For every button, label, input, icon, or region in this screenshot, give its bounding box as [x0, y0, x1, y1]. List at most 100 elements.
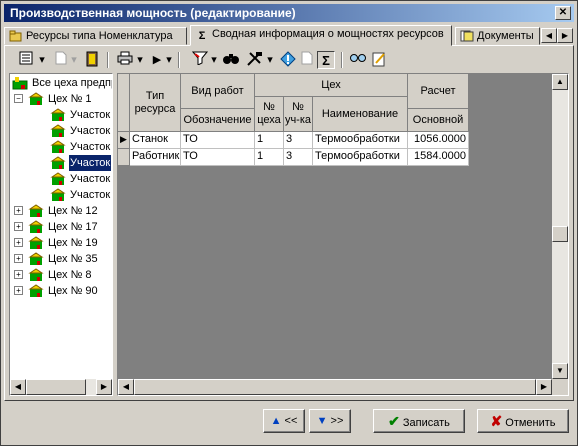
header-resource-type[interactable]: Тип ресурса: [130, 74, 181, 132]
shop-icon: [28, 252, 44, 265]
cell-name[interactable]: Термообработки: [313, 132, 408, 149]
tab-scroll-left[interactable]: ◀: [541, 28, 557, 43]
row-indicator[interactable]: ▶: [118, 132, 130, 149]
grid-hscrollbar[interactable]: ◀ ▶: [118, 379, 552, 395]
cell-section-no[interactable]: 3: [284, 149, 313, 166]
scroll-left-button[interactable]: ◀: [10, 379, 26, 395]
folder-key-icon: [9, 30, 22, 42]
tools-button[interactable]: [245, 51, 265, 69]
shop-icon: [28, 268, 44, 281]
document-icon: [55, 51, 67, 65]
scroll-right-button[interactable]: ▶: [536, 379, 552, 395]
header-main[interactable]: Основной: [408, 109, 469, 132]
header-shop[interactable]: Цех: [255, 74, 408, 97]
scroll-up-button[interactable]: ▲: [552, 74, 568, 90]
section-icon: [50, 124, 66, 137]
checkmark-icon: ✔: [388, 413, 400, 429]
exit-button[interactable]: [83, 51, 101, 69]
next-button[interactable]: ▼ >>: [309, 409, 351, 433]
expand-icon[interactable]: +: [14, 286, 23, 295]
scroll-thumb[interactable]: [26, 379, 86, 395]
expand-icon[interactable]: +: [14, 222, 23, 231]
cell-designation[interactable]: ТО: [181, 132, 255, 149]
tools-dropdown[interactable]: ▾: [266, 51, 274, 69]
documents-icon: [460, 30, 474, 42]
list-icon: [19, 51, 33, 65]
section-icon: [50, 108, 66, 121]
glasses-icon: [350, 54, 366, 62]
previous-label: <<: [284, 415, 298, 427]
sigma-button[interactable]: Σ: [317, 51, 335, 69]
document-dropdown[interactable]: ▾: [70, 51, 78, 69]
header-designation[interactable]: Обозначение: [181, 109, 255, 132]
grid-vscrollbar[interactable]: ▲ ▼: [552, 74, 568, 379]
shop-icon: [28, 220, 44, 233]
tab-scroll-right[interactable]: ▶: [557, 28, 573, 43]
binoculars-icon: [223, 54, 239, 64]
find-button[interactable]: [221, 51, 241, 69]
chevron-down-icon: ▾: [267, 54, 273, 66]
cell-shop-no[interactable]: 1: [255, 132, 284, 149]
filter-button[interactable]: [191, 51, 209, 69]
tree-item-label: Участок: [70, 173, 111, 185]
scroll-right-button[interactable]: ▶: [96, 379, 112, 395]
tree-hscrollbar[interactable]: ◀ ▶: [10, 379, 112, 395]
cell-shop-no[interactable]: 1: [255, 149, 284, 166]
copy-button[interactable]: [299, 51, 315, 69]
expand-icon[interactable]: +: [14, 238, 23, 247]
print-dropdown[interactable]: ▾: [136, 51, 144, 69]
expand-icon[interactable]: +: [14, 254, 23, 263]
new-document-button[interactable]: [53, 51, 69, 69]
row-indicator[interactable]: [118, 149, 130, 166]
scroll-down-button[interactable]: ▼: [552, 363, 568, 379]
view-button[interactable]: [348, 51, 368, 69]
cancel-button[interactable]: ✘ Отменить: [477, 409, 569, 433]
section-icon: [50, 172, 66, 185]
header-section-no[interactable]: № уч-ка: [284, 97, 313, 132]
run-dropdown[interactable]: ▾: [165, 51, 173, 69]
printer-icon: [117, 51, 133, 65]
expand-icon[interactable]: +: [14, 270, 23, 279]
tree-item-label: Цех № 1: [48, 93, 92, 105]
toolbar-separator: [107, 52, 109, 68]
run-button[interactable]: ▶: [150, 51, 164, 69]
header-work-type[interactable]: Вид работ: [181, 74, 255, 109]
cell-designation[interactable]: ТО: [181, 149, 255, 166]
list-dropdown[interactable]: ▾: [37, 51, 47, 69]
notepad-icon: [372, 52, 385, 67]
scroll-thumb[interactable]: [134, 379, 536, 395]
scroll-thumb[interactable]: [552, 226, 568, 242]
save-button[interactable]: ✔ Записать: [373, 409, 465, 433]
tab-strip: Ресурсы типа Номенклатура Σ Сводная инфор…: [4, 25, 574, 46]
tab-resources-nomenclature[interactable]: Ресурсы типа Номенклатура: [4, 27, 187, 45]
expand-icon[interactable]: +: [14, 206, 23, 215]
collapse-icon[interactable]: −: [14, 94, 23, 103]
edit-notes-button[interactable]: [370, 51, 388, 69]
tree-item-label: Цех № 12: [48, 205, 98, 217]
arrow-up-icon: ▲: [270, 415, 282, 427]
print-button[interactable]: [115, 51, 135, 69]
cell-resource-type[interactable]: Станок: [130, 132, 181, 149]
list-view-button[interactable]: [17, 51, 35, 69]
close-button[interactable]: ✕: [555, 6, 571, 20]
header-shop-no[interactable]: № цеха: [255, 97, 284, 132]
cell-name[interactable]: Термообработки: [313, 149, 408, 166]
tab-summary-capacity[interactable]: Σ Сводная информация о мощностях ресурсов: [190, 25, 452, 46]
header-name[interactable]: Наименование: [313, 97, 408, 132]
tree-item-label: Участок: [70, 109, 111, 121]
factory-icon: [12, 77, 28, 90]
page-icon: [301, 51, 313, 65]
previous-button[interactable]: ▲ <<: [263, 409, 305, 433]
scroll-left-button[interactable]: ◀: [118, 379, 134, 395]
cell-main[interactable]: 1056.0000: [408, 132, 469, 149]
warning-button[interactable]: [279, 51, 297, 69]
cancel-label: Отменить: [505, 417, 556, 429]
tree-item-label: Цех № 90: [48, 285, 98, 297]
cell-section-no[interactable]: 3: [284, 132, 313, 149]
tab-documents[interactable]: Документы: [455, 27, 540, 45]
filter-dropdown[interactable]: ▾: [210, 51, 218, 69]
tree-item-label: Участок: [70, 189, 111, 201]
cell-resource-type[interactable]: Работник: [130, 149, 181, 166]
cell-main[interactable]: 1584.0000: [408, 149, 469, 166]
header-calc[interactable]: Расчет: [408, 74, 469, 109]
